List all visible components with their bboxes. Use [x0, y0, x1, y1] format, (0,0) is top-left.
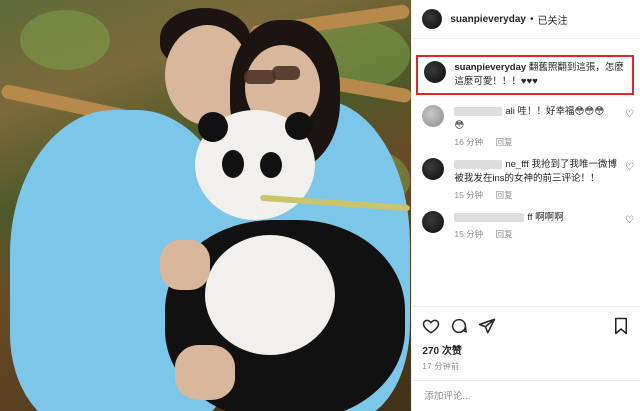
follow-status-button[interactable]: 已关注 [537, 12, 567, 27]
post-side-panel: suanpieveryday • 已关注 suanpieveryday 翻舊照翻… [411, 0, 640, 411]
comment-username[interactable]: ne_fff [505, 159, 528, 170]
comment-item: ali 哇！！好幸福😳😳😳 😳 16 分钟 回复 ♡ [422, 105, 634, 148]
blurred-username [454, 212, 525, 222]
post-header: suanpieveryday • 已关注 [412, 0, 640, 39]
panda-belly [205, 235, 335, 355]
post-actions: 270 次赞 17 分钟前 [412, 306, 640, 372]
comment-avatar[interactable] [422, 105, 445, 127]
hand [175, 345, 235, 400]
post-photo[interactable] [0, 0, 412, 411]
comment-time: 16 分钟 [454, 137, 484, 147]
add-comment-bar [412, 380, 640, 411]
reply-button[interactable]: 回复 [496, 229, 513, 239]
reply-button[interactable]: 回复 [496, 190, 513, 200]
add-comment-input[interactable] [422, 389, 630, 403]
panda-eye-patch [260, 152, 282, 178]
comments-list: suanpieveryday 翻舊照翻到這張，怎麼這麼可愛！！！♥♥♥ ali … [412, 39, 640, 306]
separator-dot: • [529, 13, 534, 25]
post-username[interactable]: suanpieveryday [450, 14, 526, 25]
action-icons [422, 315, 630, 337]
like-comment-heart-icon[interactable]: ♡ [625, 162, 634, 173]
comment-text-extra: 😳 [454, 120, 465, 131]
comment-text: 啊啊啊 [535, 212, 564, 223]
share-send-icon[interactable] [478, 317, 496, 335]
like-heart-icon[interactable] [422, 317, 440, 335]
comment-text: 哇！！好幸福😳😳😳 [517, 106, 605, 117]
bookmark-icon[interactable] [612, 317, 630, 335]
comment-time: 15 分钟 [454, 229, 484, 239]
panda-eye-patch [222, 150, 244, 178]
comment-item: ne_fff 我抢到了我唯一微博被我发在ins的女神的前三评论！！ 15 分钟 … [422, 158, 634, 201]
post-caption: suanpieveryday 翻舊照翻到這張，怎麼這麼可愛！！！♥♥♥ [416, 55, 634, 95]
comment-username[interactable]: ali [505, 106, 515, 117]
comment-username[interactable]: ff [527, 212, 532, 223]
comment-time: 15 分钟 [454, 190, 484, 200]
comment-item: ff 啊啊啊 15 分钟 回复 ♡ [422, 211, 634, 240]
background-foliage [20, 10, 110, 70]
user-avatar[interactable] [422, 9, 443, 29]
caption-username[interactable]: suanpieveryday [454, 62, 526, 73]
blurred-username [454, 106, 503, 116]
like-comment-heart-icon[interactable]: ♡ [625, 215, 634, 226]
comment-avatar[interactable] [422, 158, 445, 180]
comment-bubble-icon[interactable] [450, 317, 468, 335]
instagram-post: suanpieveryday • 已关注 suanpieveryday 翻舊照翻… [0, 0, 640, 411]
caption-avatar[interactable] [424, 61, 447, 83]
reply-button[interactable]: 回复 [496, 137, 513, 147]
like-comment-heart-icon[interactable]: ♡ [625, 109, 634, 120]
post-timestamp: 17 分钟前 [422, 362, 460, 371]
comment-avatar[interactable] [422, 211, 445, 233]
blurred-username [454, 159, 503, 169]
panda-ear [285, 112, 313, 140]
hand [160, 240, 210, 290]
panda-ear [198, 112, 228, 142]
like-count[interactable]: 270 次赞 [422, 342, 630, 357]
sunglasses [272, 66, 300, 80]
